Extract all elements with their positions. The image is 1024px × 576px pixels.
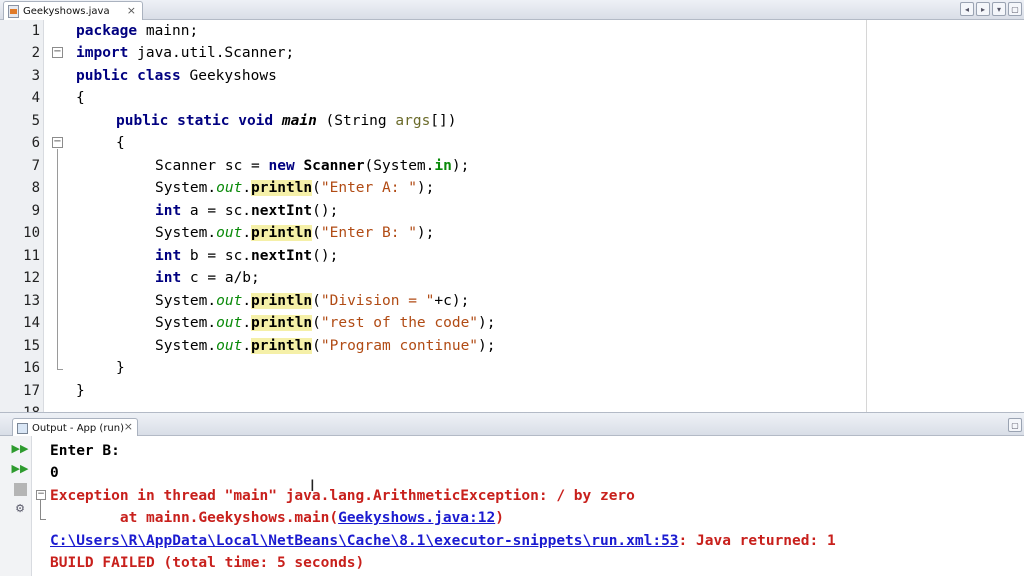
output-line-java-returned: C:\Users\R\AppData\Local\NetBeans\Cache\… xyxy=(50,533,836,549)
line-number: 18 xyxy=(0,402,40,412)
stop-icon[interactable] xyxy=(14,483,27,496)
code-line-1: package mainn; xyxy=(76,23,199,39)
line-number: 2 xyxy=(31,45,40,61)
editor-tab-bar: Geekyshows.java × ◂ ▸ ▾ ▢ xyxy=(0,0,1024,20)
tab-close-icon[interactable]: × xyxy=(127,4,136,17)
output-line-build-failed: BUILD FAILED (total time: 5 seconds) xyxy=(50,555,365,571)
output-line-exception: Exception in thread "main" java.lang.Ari… xyxy=(50,488,635,504)
maximize-output-icon[interactable]: ▢ xyxy=(1008,418,1022,432)
code-line-10: System.out.println("Enter B: "); xyxy=(155,225,435,241)
fold-exception-icon[interactable]: − xyxy=(36,490,46,500)
output-line-stacktrace: at mainn.Geekyshows.main(Geekyshows.java… xyxy=(50,510,504,526)
line-number: 9 xyxy=(31,203,40,219)
scroll-tabs-right-icon[interactable]: ▸ xyxy=(976,2,990,16)
show-opened-documents-icon[interactable]: ▾ xyxy=(992,2,1006,16)
code-line-12: int c = a/b; xyxy=(155,270,260,286)
rerun-icon[interactable]: ▶▶ xyxy=(12,440,29,456)
code-line-2: import java.util.Scanner; xyxy=(76,45,295,61)
code-line-4: { xyxy=(76,90,85,106)
code-line-14: System.out.println("rest of the code"); xyxy=(155,315,496,331)
settings-icon[interactable]: ⚙ xyxy=(12,500,28,516)
output-console[interactable]: ▶▶ ▶▶ ⚙ Enter B: 0 − Exception in thread… xyxy=(0,436,1024,576)
code-line-5: public static void main (String args[]) xyxy=(116,113,457,129)
maximize-window-icon[interactable]: ▢ xyxy=(1008,2,1022,16)
line-number: 13 xyxy=(23,293,40,309)
tab-label: Geekyshows.java xyxy=(23,5,110,17)
line-number: 12 xyxy=(23,270,40,286)
output-line-enter-b: Enter B: xyxy=(50,443,120,459)
tab-geekyshows-java[interactable]: Geekyshows.java × xyxy=(3,1,143,20)
output-tab-bar: Output - App (run) × ▢ xyxy=(0,412,1024,437)
output-tab-label: Output - App (run) xyxy=(32,422,125,434)
code-line-11: int b = sc.nextInt(); xyxy=(155,248,339,264)
line-number: 17 xyxy=(23,383,40,399)
line-number: 3 xyxy=(31,68,40,84)
right-margin-guide xyxy=(866,20,867,412)
stacktrace-link[interactable]: Geekyshows.java:12 xyxy=(338,510,495,526)
code-line-6: { xyxy=(116,135,125,151)
code-line-17: } xyxy=(76,383,85,399)
code-line-13: System.out.println("Division = "+c); xyxy=(155,293,470,309)
line-number: 16 xyxy=(23,360,40,376)
output-toolbar: ▶▶ ▶▶ ⚙ xyxy=(0,436,32,576)
line-number: 14 xyxy=(23,315,40,331)
code-line-9: int a = sc.nextInt(); xyxy=(155,203,339,219)
code-line-15: System.out.println("Program continue"); xyxy=(155,338,496,354)
output-line-input: 0 xyxy=(50,465,59,481)
code-line-16: } xyxy=(116,360,125,376)
line-number: 15 xyxy=(23,338,40,354)
line-number: 1 xyxy=(31,23,40,39)
fold-toggle-main-icon[interactable]: − xyxy=(52,137,63,148)
scroll-tabs-left-icon[interactable]: ◂ xyxy=(960,2,974,16)
line-number: 11 xyxy=(23,248,40,264)
line-number-gutter: 1 2 3 4 5 6 7 8 9 10 11 12 13 14 15 16 1… xyxy=(0,20,44,412)
fold-guide-line xyxy=(57,149,58,369)
line-number: 4 xyxy=(31,90,40,106)
line-number: 5 xyxy=(31,113,40,129)
run-xml-link[interactable]: C:\Users\R\AppData\Local\NetBeans\Cache\… xyxy=(50,533,679,549)
line-number: 7 xyxy=(31,158,40,174)
java-file-icon xyxy=(8,4,19,18)
exception-fold-guide xyxy=(40,500,46,520)
code-line-8: System.out.println("Enter A: "); xyxy=(155,180,435,196)
line-number: 8 xyxy=(31,180,40,196)
code-line-7: Scanner sc = new Scanner(System.in); xyxy=(155,158,470,174)
code-editor[interactable]: 1 2 3 4 5 6 7 8 9 10 11 12 13 14 15 16 1… xyxy=(0,20,1024,412)
text-cursor-icon: I xyxy=(310,476,315,495)
tab-output-app-run[interactable]: Output - App (run) × xyxy=(12,418,138,437)
output-window-icon xyxy=(17,422,28,434)
line-number: 10 xyxy=(23,225,40,241)
output-tab-close-icon[interactable]: × xyxy=(124,420,133,433)
line-number: 6 xyxy=(31,135,40,151)
rerun-different-icon[interactable]: ▶▶ xyxy=(12,460,29,476)
fold-toggle-imports-icon[interactable]: − xyxy=(52,47,63,58)
code-line-3: public class Geekyshows xyxy=(76,68,277,84)
fold-guide-end xyxy=(57,369,63,370)
